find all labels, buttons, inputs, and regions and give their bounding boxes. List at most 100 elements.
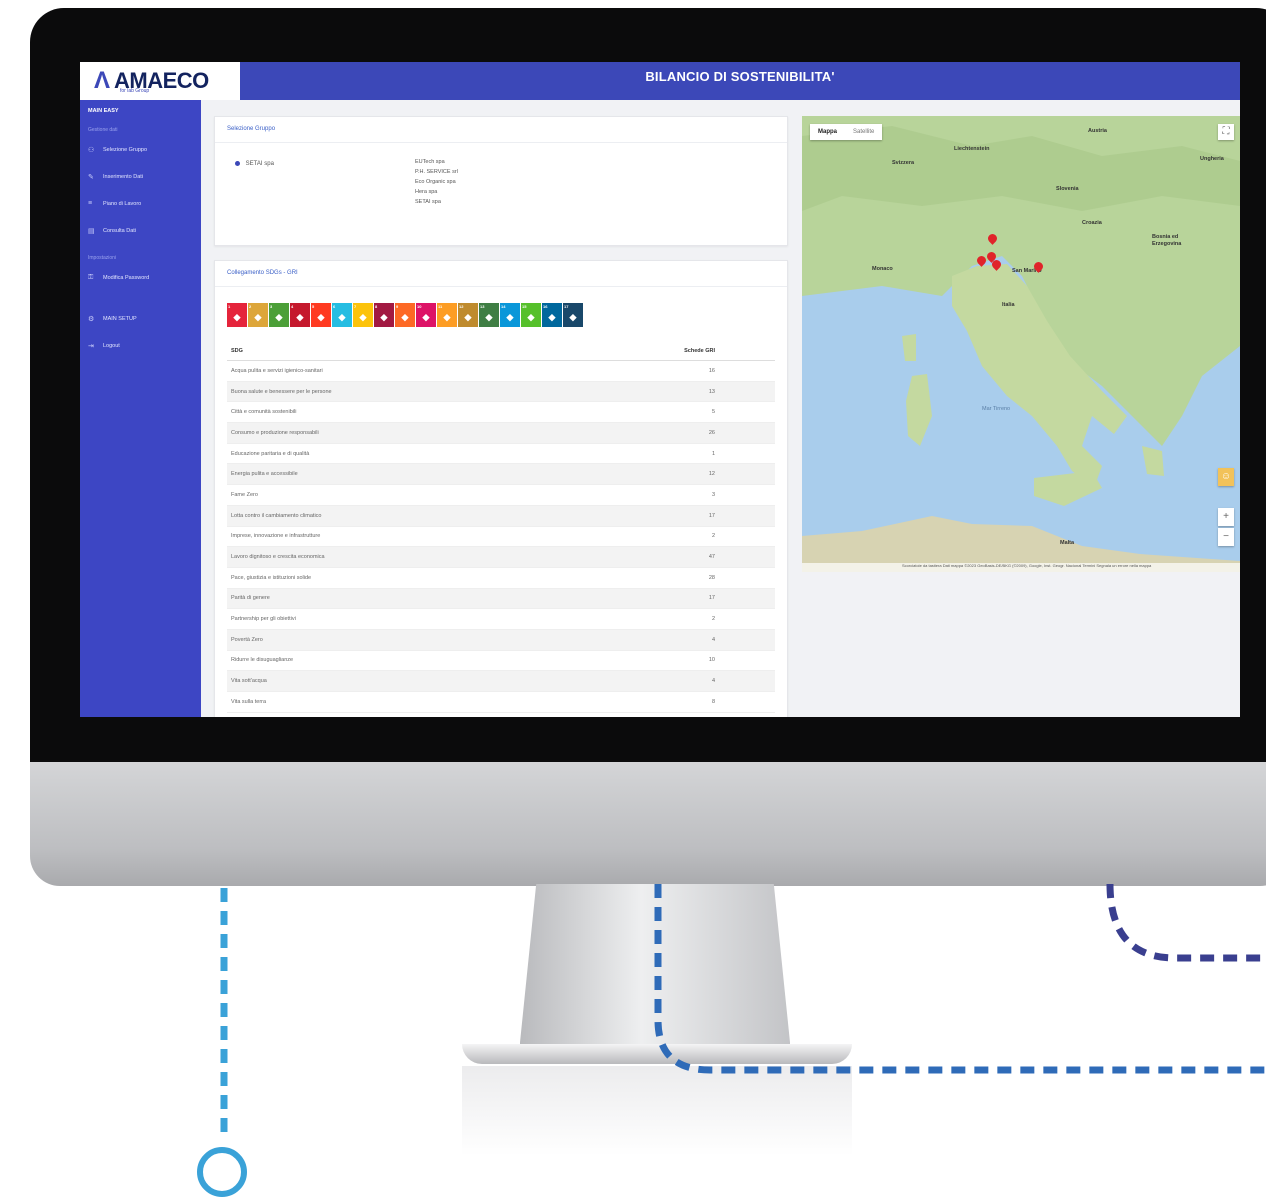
sidebar-section-label: Impostazioni <box>88 255 117 261</box>
radio-selected-icon <box>235 161 240 166</box>
sdg-name-cell: Lavoro dignitoso e crescita economica <box>227 546 581 568</box>
sdg-name-cell: Vita sott'acqua <box>227 670 581 692</box>
table-row[interactable]: Pace, giustizia e istituzioni solide 28 <box>227 567 775 589</box>
map-view[interactable]: Mappa Satellite ⛶ ☺ + − Austria Ungheria… <box>802 116 1240 572</box>
table-row[interactable]: Parità di genere 17 <box>227 588 775 610</box>
table-row[interactable]: Consumo e produzione responsabili 26 <box>227 422 775 444</box>
table-row[interactable]: Energia pulita e accessibile 12 <box>227 463 775 486</box>
sdg-name-cell: Vita sulla terra <box>227 691 581 713</box>
sdg-name-cell: Consumo e produzione responsabili <box>227 422 581 444</box>
sdg-name-cell: Ridurre le disuguaglianze <box>227 650 581 672</box>
gri-count-cell: 2 <box>581 526 775 548</box>
card-title: Selezione Gruppo <box>215 117 787 143</box>
sdg-name-cell: Acqua pulita e servizi igienico-sanitari <box>227 360 581 382</box>
sdg-goal-icon: 16 ◆ <box>542 303 562 327</box>
sdg-table: SDG Schede GRI Acqua pulita e servizi ig… <box>227 341 775 713</box>
company-item: P.H. SERVICE srl <box>415 169 458 175</box>
gri-count-cell: 10 <box>581 650 775 672</box>
map-label: Mar Tirreno <box>982 406 1011 412</box>
table-row[interactable]: Vita sulla terra 8 <box>227 691 775 713</box>
sdg-name-cell: Energia pulita e accessibile <box>227 463 581 486</box>
sdg-name-cell: Pace, giustizia e istituzioni solide <box>227 567 581 589</box>
logo-mark-icon: Λ <box>94 67 111 94</box>
sdg-goal-icon: 10 ◆ <box>416 303 436 327</box>
card-title: Collegamento SDGs - GRI <box>215 261 787 287</box>
sdg-name-cell: Partnership per gli obiettivi <box>227 608 581 630</box>
settings-icon: ⚙ <box>88 315 95 323</box>
top-bar: Λ AMAECO for lab Group BILANCIO DI SOSTE… <box>80 62 1240 100</box>
sidebar-item-logout[interactable]: ⇥ Logout <box>80 332 201 359</box>
sdg-goal-icon: 7 ◆ <box>353 303 373 327</box>
map-label: Svizzera <box>892 160 915 166</box>
zoom-out-button[interactable]: − <box>1218 528 1234 546</box>
sidebar-item-modifica-password[interactable]: ⚿ Modifica Password <box>80 264 201 291</box>
map-type-tabs: Mappa Satellite <box>810 124 883 140</box>
map-label: Malta <box>1060 540 1075 546</box>
table-row[interactable]: Educazione paritaria e di qualità 1 <box>227 443 775 465</box>
gri-count-cell: 4 <box>581 629 775 651</box>
sidebar-item-consulta-dati[interactable]: ▤ Consulta Dati <box>80 217 201 244</box>
table-row[interactable]: Imprese, innovazione e infrastrutture 2 <box>227 526 775 548</box>
sdg-goal-icon: 9 ◆ <box>395 303 415 327</box>
sdg-goal-icon: 3 ◆ <box>269 303 289 327</box>
sidebar-item-inserimento-dati[interactable]: ✎ Inserimento Dati <box>80 163 201 190</box>
sidebar-item-piano-di-lavoro[interactable]: ≡ Piano di Lavoro <box>80 190 201 217</box>
map-label: Monaco <box>872 266 893 272</box>
company-list: EUTech spa P.H. SERVICE srl Eco Organic … <box>415 157 458 207</box>
sdg-goal-icon: 5 ◆ <box>311 303 331 327</box>
map-attribution[interactable]: Scorciatoie da tastiera Dati mappa ©2023… <box>802 563 1240 572</box>
table-row[interactable]: Buona salute e benessere per le persone 1… <box>227 381 775 403</box>
gri-count-cell: 17 <box>581 505 775 527</box>
table-row[interactable]: Lotta contro il cambiamento climatico 17 <box>227 505 775 527</box>
sdg-name-cell: Città e comunità sostenibili <box>227 401 581 424</box>
table-row[interactable]: Lavoro dignitoso e crescita economica 47 <box>227 546 775 568</box>
logout-icon: ⇥ <box>88 342 94 350</box>
table-row[interactable]: Ridurre le disuguaglianze 10 <box>227 650 775 672</box>
gri-count-cell: 12 <box>581 463 775 486</box>
sdg-goal-icon: 6 ◆ <box>332 303 352 327</box>
map-label: Austria <box>1088 128 1107 134</box>
sdg-goal-icon: 13 ◆ <box>479 303 499 327</box>
users-icon: ⚇ <box>88 146 95 154</box>
map-label: Liechtenstein <box>954 146 990 152</box>
table-row[interactable]: Partnership per gli obiettivi 2 <box>227 608 775 630</box>
gri-count-cell: 4 <box>581 670 775 692</box>
column-header[interactable]: SDG <box>227 341 581 361</box>
table-row[interactable]: Acqua pulita e servizi igienico-sanitari… <box>227 360 775 382</box>
gri-count-cell: 5 <box>581 401 775 424</box>
sdg-goal-icon: 17 ◆ <box>563 303 583 327</box>
table-row[interactable]: Fame Zero 3 <box>227 484 775 506</box>
sdg-name-cell: Buona salute e benessere per le persone <box>227 381 581 403</box>
group-selection-card: Selezione Gruppo SETAI spa EUTech spa P.… <box>214 116 788 246</box>
sdg-name-cell: Povertà Zero <box>227 629 581 651</box>
tab-satellite[interactable]: Satellite <box>845 124 882 140</box>
gri-count-cell: 13 <box>581 381 775 403</box>
group-radio-option[interactable]: SETAI spa <box>235 161 274 167</box>
sidebar-item-main-setup[interactable]: ⚙ MAIN SETUP <box>80 305 201 332</box>
company-item: EUTech spa <box>415 159 445 165</box>
page-title: BILANCIO DI SOSTENIBILITA' <box>645 69 835 84</box>
gri-count-cell: 16 <box>581 360 775 382</box>
table-row[interactable]: Vita sott'acqua 4 <box>227 670 775 692</box>
street-view-icon[interactable]: ☺ <box>1218 468 1234 486</box>
sidebar-item-selezione-gruppo[interactable]: ⚇ Selezione Gruppo <box>80 136 201 163</box>
gri-count-cell: 26 <box>581 422 775 444</box>
company-item: Eco Organic spa <box>415 179 456 185</box>
map-label: Croazia <box>1082 220 1102 226</box>
gri-count-cell: 1 <box>581 443 775 465</box>
map-label: Italia <box>1002 302 1015 308</box>
sidebar-main-label: MAIN EASY <box>88 108 119 114</box>
sdg-goal-icon: 15 ◆ <box>521 303 541 327</box>
zoom-in-button[interactable]: + <box>1218 508 1234 526</box>
sdg-name-cell: Lotta contro il cambiamento climatico <box>227 505 581 527</box>
tab-mappa[interactable]: Mappa <box>810 124 845 140</box>
table-row[interactable]: Povertà Zero 4 <box>227 629 775 651</box>
fullscreen-icon[interactable]: ⛶ <box>1218 124 1234 140</box>
logo[interactable]: Λ AMAECO for lab Group <box>80 62 240 100</box>
gri-count-cell: 8 <box>581 691 775 713</box>
sdg-name-cell: Imprese, innovazione e infrastrutture <box>227 526 581 548</box>
sdg-goal-icon: 4 ◆ <box>290 303 310 327</box>
table-row[interactable]: Città e comunità sostenibili 5 <box>227 401 775 424</box>
column-header[interactable]: Schede GRI <box>581 341 775 361</box>
sdg-goal-icon: 12 ◆ <box>458 303 478 327</box>
